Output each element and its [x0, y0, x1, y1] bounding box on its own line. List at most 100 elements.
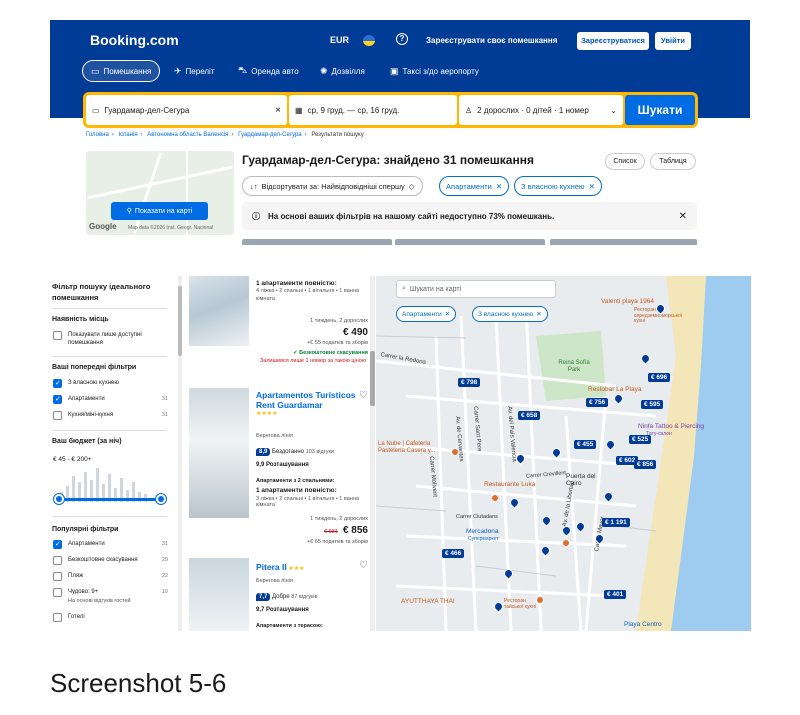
place-label[interactable]: Restobar La Playa — [588, 386, 641, 393]
breadcrumb-city[interactable]: Гуардамар-дел-Сегура — [238, 132, 302, 138]
booking-logo[interactable]: Booking.com — [90, 32, 179, 48]
help-icon[interactable]: ? — [396, 33, 408, 45]
filter-checkbox[interactable] — [53, 540, 62, 549]
filter-checkbox[interactable] — [53, 411, 62, 420]
filter-checkbox[interactable] — [53, 613, 62, 622]
language-flag-icon[interactable] — [363, 35, 375, 46]
currency-selector[interactable]: EUR — [330, 35, 349, 45]
place-label[interactable]: Ninfa Tattoo & Piercing — [638, 423, 704, 430]
place-label[interactable]: Valenti playa 1964 — [601, 298, 654, 305]
map-price-pin[interactable]: € 798 — [458, 378, 481, 387]
figure-caption: Screenshot 5-6 — [50, 668, 227, 698]
listing-fees: +€ 65 податків та зборів — [306, 539, 368, 545]
place-label[interactable]: Restaurante Luka — [484, 481, 535, 488]
breadcrumb-country[interactable]: Іспанія — [118, 132, 137, 138]
listing-price: € 490 — [342, 327, 368, 338]
place-label[interactable]: La Nube | Cafetería Pastelería Casera y.… — [378, 441, 458, 454]
close-icon[interactable]: ✕ — [496, 182, 502, 191]
budget-slider-max-handle[interactable] — [156, 494, 166, 504]
unit-type: 1 апартаменти повністю: — [256, 280, 337, 287]
close-icon[interactable]: ✕ — [589, 182, 595, 191]
view-list-toggle[interactable]: Список — [605, 153, 645, 170]
listing-photo — [550, 239, 697, 245]
map-search-input[interactable]: ⌕ Шукати на карті — [396, 280, 556, 298]
place-label: Супермаркет — [468, 536, 499, 542]
sidebar-scrollbar[interactable] — [178, 276, 182, 631]
filter-count: 10 — [161, 589, 168, 595]
map-price-pin[interactable]: € 696 — [648, 373, 671, 382]
destination-field[interactable]: ▭ Гуардамар-дел-Сегура × — [86, 95, 287, 125]
breadcrumb-current: Результати пошуку — [311, 132, 364, 138]
close-icon[interactable]: ✕ — [679, 211, 687, 222]
filter-chip-kitchen[interactable]: З власною кухнею ✕ — [514, 176, 602, 196]
map-price-pin[interactable]: € 856 — [634, 460, 657, 469]
close-icon[interactable]: ✕ — [536, 310, 541, 318]
review-word: Бездоганно — [272, 449, 304, 455]
availability-checkbox[interactable] — [53, 331, 62, 340]
nav-car-rental[interactable]: ⛍ Оренда авто — [230, 60, 307, 82]
map-chip-apartments[interactable]: Апартаменти ✕ — [396, 306, 457, 322]
free-cancellation: ✓ Безкоштовне скасування — [293, 350, 368, 356]
listing-photo[interactable] — [189, 276, 249, 346]
filter-checkbox[interactable] — [53, 572, 62, 581]
filter-chip-apartments[interactable]: Апартаменти ✕ — [439, 176, 510, 196]
sort-icon: ↓↑ — [250, 181, 258, 191]
close-icon[interactable]: ✕ — [445, 310, 450, 318]
signup-button[interactable]: Зареєструватися — [577, 32, 649, 50]
map-price-pin[interactable]: € 525 — [629, 435, 652, 444]
restaurant-icon[interactable] — [562, 539, 570, 547]
restaurant-icon[interactable] — [451, 448, 459, 456]
interactive-map[interactable]: ⌕ Шукати на карті Апартаменти ✕ З власною … — [376, 276, 751, 631]
show-on-map-button[interactable]: ⚲ Показати на карті — [111, 202, 208, 220]
map-thumbnail[interactable]: ⚲ Показати на карті Google Map data ©2026… — [86, 151, 234, 235]
map-price-pin[interactable]: € 658 — [518, 411, 541, 420]
place-label[interactable]: Playa Centro — [624, 621, 662, 628]
place-label[interactable]: Reina Sofía Park — [554, 360, 594, 373]
review-count: 87 відгуків — [291, 594, 318, 600]
clear-icon[interactable]: × — [275, 105, 281, 116]
filter-checkbox[interactable] — [53, 379, 62, 388]
filter-checkbox[interactable] — [53, 395, 62, 404]
review-count: 103 відгуки — [305, 449, 334, 455]
map-chip-kitchen[interactable]: З власною кухнею ✕ — [472, 306, 548, 322]
nav-attractions[interactable]: ✺ Дозвілля — [312, 60, 373, 82]
restaurant-icon[interactable] — [491, 494, 499, 502]
signin-button[interactable]: Увійти — [655, 32, 691, 50]
attractions-icon: ✺ — [320, 65, 328, 76]
breadcrumb-region[interactable]: Автономна область Валенсія — [147, 132, 228, 138]
breadcrumb-home[interactable]: Головна — [86, 132, 109, 138]
unit-beds: 4 ліжка • 2 спальні • 1 вітальня • 1 ван… — [256, 288, 359, 303]
heart-icon[interactable]: ♡ — [359, 390, 368, 401]
map-price-pin[interactable]: € 595 — [641, 400, 664, 409]
map-price-pin[interactable]: € 466 — [442, 549, 465, 558]
restaurant-icon[interactable] — [536, 596, 544, 604]
chevron-icon: ◇ — [408, 181, 415, 191]
nav-airport-taxi[interactable]: ▣ Таксі з/до аеропорту — [382, 60, 487, 82]
filter-checkbox[interactable] — [53, 588, 62, 597]
listing-photo[interactable] — [189, 388, 249, 518]
dates-field[interactable]: ▦ ср, 9 груд. — ср, 16 груд. — [289, 95, 457, 125]
map-price-pin[interactable]: € 756 — [586, 398, 609, 407]
view-table-toggle[interactable]: Таблиця — [650, 153, 696, 170]
place-label[interactable]: Mercadona — [466, 528, 499, 535]
listing-title[interactable]: Pitera II — [256, 562, 287, 572]
listing-title[interactable]: Apartamentos Turísticos Rent Guardamar — [256, 390, 356, 410]
filter-checkbox[interactable] — [53, 556, 62, 565]
listing-photo[interactable] — [189, 558, 249, 631]
sort-dropdown[interactable]: ↓↑ Відсортувати за: Найвідповідніші сперш… — [242, 176, 423, 196]
map-price-pin[interactable]: € 1 191 — [602, 518, 630, 527]
place-label[interactable]: AYUTTHAYA THAI — [401, 598, 455, 605]
register-property-link[interactable]: Зареєструвати своє помешкання — [426, 36, 557, 45]
nav-flights[interactable]: ✈ Переліт — [166, 60, 223, 82]
chevron-down-icon: ⌄ — [610, 105, 617, 115]
filter-label: Безкоштовне скасування — [68, 557, 138, 563]
map-price-pin[interactable]: € 455 — [574, 440, 597, 449]
location-score: 9,7 Розташування — [256, 607, 309, 613]
nav-stays[interactable]: ▭ Помешкання — [82, 60, 161, 82]
heart-icon[interactable]: ♡ — [359, 560, 368, 571]
budget-slider-min-handle[interactable] — [54, 494, 64, 504]
guests-field[interactable]: ♙ 2 дорослих · 0 дітей · 1 номер ⌄ — [459, 95, 623, 125]
map-price-pin[interactable]: € 401 — [604, 590, 627, 599]
listings-scrollbar[interactable] — [370, 276, 375, 631]
search-button[interactable]: Шукати — [625, 95, 695, 125]
